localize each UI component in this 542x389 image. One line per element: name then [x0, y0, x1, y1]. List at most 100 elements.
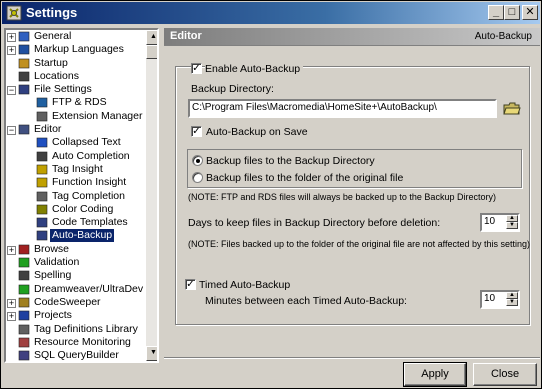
tree-item-label: Function Insight	[52, 176, 127, 189]
tree-item[interactable]: Extension Manager	[6, 110, 146, 123]
tree-item[interactable]: − File Settings	[6, 83, 146, 96]
scroll-thumb[interactable]	[146, 45, 157, 59]
tree-item[interactable]: Code Templates	[6, 216, 146, 229]
days-to-keep-stepper[interactable]: 10 ▲ ▼	[480, 213, 520, 232]
apply-button[interactable]: Apply	[403, 362, 467, 387]
tree-item-label: SQL QueryBuilder	[34, 349, 119, 362]
minimize-button[interactable]: _	[488, 5, 504, 20]
tree-item-label: General	[34, 30, 72, 42]
extension-icon	[36, 111, 48, 122]
collapse-icon[interactable]: −	[7, 126, 16, 136]
backup-to-directory-radio[interactable]	[192, 155, 203, 166]
minutes-up-icon[interactable]: ▲	[506, 292, 518, 299]
days-down-icon[interactable]: ▼	[506, 222, 518, 229]
tree-item[interactable]: Tag Definitions Library	[6, 323, 146, 336]
code-templates-icon	[36, 217, 48, 228]
timed-auto-backup-checkbox[interactable]: ✓	[185, 279, 196, 290]
startup-icon	[18, 58, 30, 68]
sql-icon	[18, 350, 30, 361]
maximize-button[interactable]: □	[504, 5, 520, 20]
title-bar[interactable]: Settings _ □ ✕	[2, 2, 540, 24]
tree-item[interactable]: FTP & RDS	[6, 96, 146, 109]
tree-item-label: Auto Completion	[52, 149, 130, 162]
browse-folder-icon[interactable]	[503, 100, 521, 117]
locations-icon	[18, 71, 30, 82]
tree-item[interactable]: Dreamweaver/UltraDev	[6, 283, 146, 296]
tree-scrollbar[interactable]: ▲ ▼	[146, 30, 157, 361]
tree-item[interactable]: + Projects	[6, 309, 146, 322]
collapse-icon[interactable]: −	[7, 86, 16, 96]
tree-item[interactable]: Collapsed Text	[6, 136, 146, 149]
tree-item[interactable]: Tag Completion	[6, 190, 146, 203]
close-button[interactable]: Close	[473, 363, 537, 386]
expand-icon[interactable]: +	[7, 33, 16, 42]
tree-item[interactable]: Auto Completion	[6, 150, 146, 163]
minutes-stepper[interactable]: 10 ▲ ▼	[480, 290, 520, 309]
scroll-up-icon: ▲	[150, 33, 157, 40]
backup-to-original-folder-radio[interactable]	[192, 172, 203, 183]
bulb-icon	[36, 164, 48, 175]
tree-item-label: File Settings	[34, 83, 92, 96]
enable-auto-backup-checkbox[interactable]: ✓	[191, 63, 202, 74]
settings-tree[interactable]: + General + Markup Languages Startup Location…	[4, 28, 159, 363]
tree-item[interactable]: Tag Insight	[6, 163, 146, 176]
minutes-value: 10	[484, 293, 496, 304]
expand-icon[interactable]: +	[7, 312, 16, 322]
globe-icon	[18, 31, 30, 42]
tree-item-label: Tag Definitions Library	[34, 322, 138, 335]
panel-header-section: Editor	[170, 30, 202, 42]
tag-completion-icon	[36, 191, 48, 201]
scroll-down-icon: ▼	[150, 349, 157, 356]
days-to-keep-label: Days to keep files in Backup Directory b…	[188, 217, 441, 229]
tree-item[interactable]: + Markup Languages	[6, 43, 146, 56]
tree-item[interactable]: Spelling	[6, 269, 146, 282]
ftp-icon	[36, 98, 48, 108]
collapsed-text-icon	[36, 138, 48, 148]
close-window-button[interactable]: ✕	[522, 5, 538, 20]
days-up-icon[interactable]: ▲	[506, 215, 518, 222]
enable-auto-backup-label: Enable Auto-Backup	[205, 63, 304, 75]
settings-app-icon	[6, 5, 22, 21]
auto-backup-on-save-checkbox[interactable]: ✓	[191, 126, 202, 137]
tree-item[interactable]: Validation	[6, 256, 146, 269]
expand-icon[interactable]: +	[7, 46, 16, 56]
tree-item[interactable]: Locations	[6, 70, 146, 83]
minutes-down-icon[interactable]: ▼	[506, 299, 518, 306]
tree-item[interactable]: Function Insight	[6, 176, 146, 189]
scroll-down-button[interactable]: ▼	[146, 346, 157, 361]
tree-item[interactable]: Color Coding	[6, 203, 146, 216]
expand-icon[interactable]: +	[7, 298, 16, 308]
backup-directory-input[interactable]: C:\Program Files\Macromedia\HomeSite+\Au…	[188, 99, 497, 118]
tree-item[interactable]: + Browse	[6, 243, 146, 256]
footer-divider	[164, 357, 540, 359]
panel-header: Editor Auto-Backup	[164, 28, 540, 46]
minutes-between-label: Minutes between each Timed Auto-Backup:	[205, 295, 407, 307]
tree-item[interactable]: Resource Monitoring	[6, 336, 146, 349]
expand-icon[interactable]: +	[7, 245, 16, 255]
tree-item-label: Startup	[34, 56, 68, 69]
panel-header-page: Auto-Backup	[474, 31, 532, 42]
browse-icon	[18, 244, 30, 255]
tree-item-label: FTP & RDS	[52, 96, 107, 109]
tree-item-label: CodeSweeper	[34, 295, 101, 308]
tree-item-label: Locations	[34, 69, 79, 82]
tree-item[interactable]: Auto-Backup	[6, 228, 146, 244]
tree-item[interactable]: SQL QueryBuilder	[6, 349, 146, 362]
backup-to-original-folder-label: Backup files to the folder of the origin…	[206, 172, 404, 184]
tree-item[interactable]: − Editor	[6, 123, 146, 136]
tree-item[interactable]: + General	[6, 30, 146, 43]
timed-auto-backup-label: Timed Auto-Backup	[199, 279, 291, 291]
tree-list: + General + Markup Languages Startup Location…	[6, 30, 146, 362]
backup-directory-label: Backup Directory:	[191, 83, 274, 95]
auto-backup-icon	[36, 231, 48, 241]
scroll-up-button[interactable]: ▲	[146, 30, 157, 45]
file-settings-icon	[18, 84, 30, 95]
tree-item-label: Collapsed Text	[52, 136, 121, 149]
tree-item[interactable]: + CodeSweeper	[6, 296, 146, 309]
auto-completion-icon	[36, 151, 48, 161]
tree-item-label: Auto-Backup	[48, 228, 116, 244]
tree-item[interactable]: Startup	[6, 57, 146, 70]
auto-backup-on-save-label: Auto-Backup on Save	[206, 126, 308, 138]
tag-library-icon	[18, 324, 30, 334]
markup-icon	[18, 44, 30, 55]
